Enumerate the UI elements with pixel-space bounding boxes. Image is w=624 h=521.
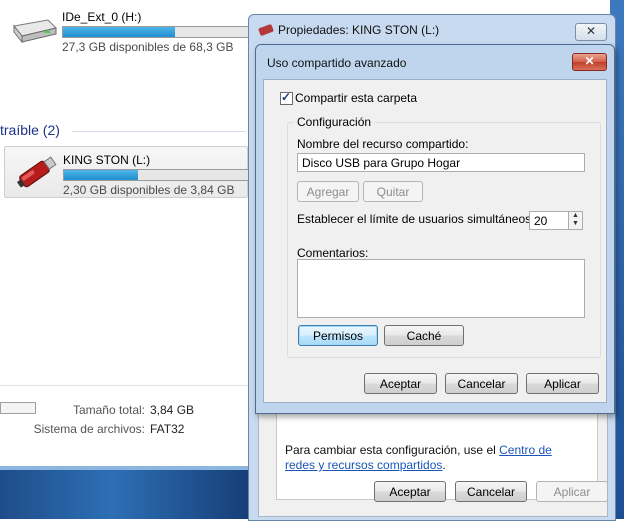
drive-free-space: 27,3 GB disponibles de 68,3 GB <box>62 40 234 54</box>
cache-button[interactable]: Caché <box>384 325 464 346</box>
usb-drive-icon <box>17 156 57 188</box>
drive-item-h[interactable]: IDe_Ext_0 (H:) 27,3 GB disponibles de 68… <box>4 4 250 54</box>
properties-title: Propiedades: KING STON (L:) <box>278 23 440 37</box>
drive-item-l[interactable]: KING STON (L:) 2,30 GB disponibles de 3,… <box>4 146 251 198</box>
share-name-label: Nombre del recurso compartido: <box>297 137 469 151</box>
properties-apply-button[interactable]: Aplicar <box>536 481 608 502</box>
usb-drive-icon <box>258 23 274 37</box>
section-divider <box>72 131 246 132</box>
section-title-removable: traíble (2) <box>0 122 60 138</box>
settings-group-title: Configuración <box>294 115 375 129</box>
drive-name: IDe_Ext_0 (H:) <box>62 10 142 24</box>
advanced-sharing-dialog: Uso compartido avanzado ✕ Compartir esta… <box>255 44 615 414</box>
advanced-sharing-close-button[interactable]: ✕ <box>572 53 607 71</box>
remove-share-button[interactable]: Quitar <box>363 181 423 202</box>
drive-name: KING STON (L:) <box>63 153 151 167</box>
properties-ok-button[interactable]: Aceptar <box>374 481 446 502</box>
share-folder-checkbox[interactable] <box>280 90 293 105</box>
advanced-sharing-title: Uso compartido avanzado <box>267 56 407 70</box>
drive-usage-bar <box>62 26 250 38</box>
advanced-cancel-button[interactable]: Cancelar <box>445 373 518 394</box>
properties-close-button[interactable]: ✕ <box>575 23 607 41</box>
total-size-value: 3,84 GB <box>150 403 195 417</box>
add-share-button[interactable]: Agregar <box>297 181 359 202</box>
properties-title-bar: Propiedades: KING STON (L:) <box>258 23 440 37</box>
filesystem-label: Sistema de archivos: <box>33 422 145 436</box>
user-limit-spinner[interactable]: ▲ ▼ <box>569 211 583 230</box>
properties-cancel-button[interactable]: Cancelar <box>455 481 527 502</box>
hard-drive-icon <box>13 19 57 44</box>
filesystem-value: FAT32 <box>150 422 185 436</box>
spin-down-icon[interactable]: ▼ <box>569 220 582 228</box>
permissions-button[interactable]: Permisos <box>298 325 378 346</box>
user-limit-label: Establecer el límite de usuarios simultá… <box>297 212 552 226</box>
comments-label: Comentarios: <box>297 246 369 260</box>
drive-usage-bar <box>63 169 251 181</box>
total-size-label: Tamaño total: <box>72 403 145 417</box>
user-limit-input[interactable]: 20 <box>529 211 569 230</box>
taskbar <box>0 470 248 519</box>
drive-free-space: 2,30 GB disponibles de 3,84 GB <box>63 183 235 197</box>
comments-textarea[interactable] <box>297 259 585 318</box>
sharing-info-text: Para cambiar esta configuración, use el … <box>285 443 552 472</box>
advanced-ok-button[interactable]: Aceptar <box>364 373 437 394</box>
spin-up-icon[interactable]: ▲ <box>569 212 582 220</box>
advanced-apply-button[interactable]: Aplicar <box>526 373 599 394</box>
share-folder-label[interactable]: Compartir esta carpeta <box>295 91 417 105</box>
advanced-sharing-content: Compartir esta carpeta Configuración Nom… <box>263 79 607 403</box>
share-name-input[interactable]: Disco USB para Grupo Hogar <box>297 153 585 172</box>
